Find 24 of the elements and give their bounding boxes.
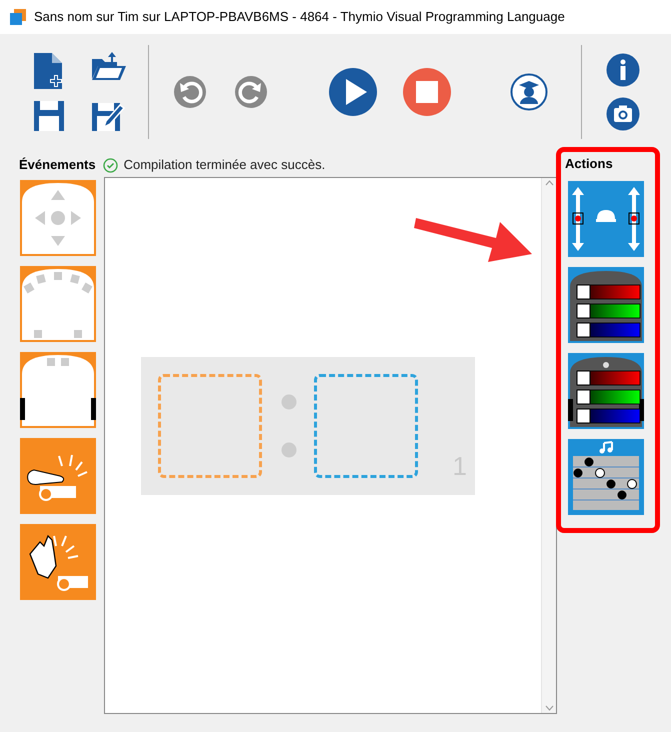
music-block[interactable] [568, 438, 644, 514]
info-icon[interactable] [606, 53, 640, 87]
window-title: Sans nom sur Tim sur LAPTOP-PBAVB6MS - 4864 - Thymio Visual Programming Language [34, 8, 565, 26]
bottom-led-color-block[interactable] [568, 352, 644, 428]
scroll-up-icon[interactable] [544, 180, 554, 186]
student-icon[interactable] [510, 73, 548, 111]
undo-icon[interactable] [173, 75, 207, 109]
app-icon [10, 9, 26, 25]
motors-block[interactable] [568, 180, 644, 256]
top-led-color-block[interactable] [568, 266, 644, 342]
actions-heading: Actions [565, 155, 614, 173]
play-icon[interactable] [328, 67, 378, 117]
camera-icon[interactable] [606, 97, 640, 131]
clap-block[interactable] [20, 524, 96, 600]
connector-icon [281, 394, 297, 458]
scrollbar[interactable] [541, 178, 556, 713]
redo-icon[interactable] [234, 75, 268, 109]
events-heading: Événements [19, 156, 96, 174]
status-message: Compilation terminée avec succès. [124, 156, 326, 174]
save-icon[interactable] [32, 99, 66, 133]
stop-icon[interactable] [402, 67, 452, 117]
scroll-down-icon[interactable] [544, 705, 554, 711]
open-folder-icon[interactable] [90, 51, 126, 83]
ground-sensor-block[interactable] [20, 352, 96, 428]
